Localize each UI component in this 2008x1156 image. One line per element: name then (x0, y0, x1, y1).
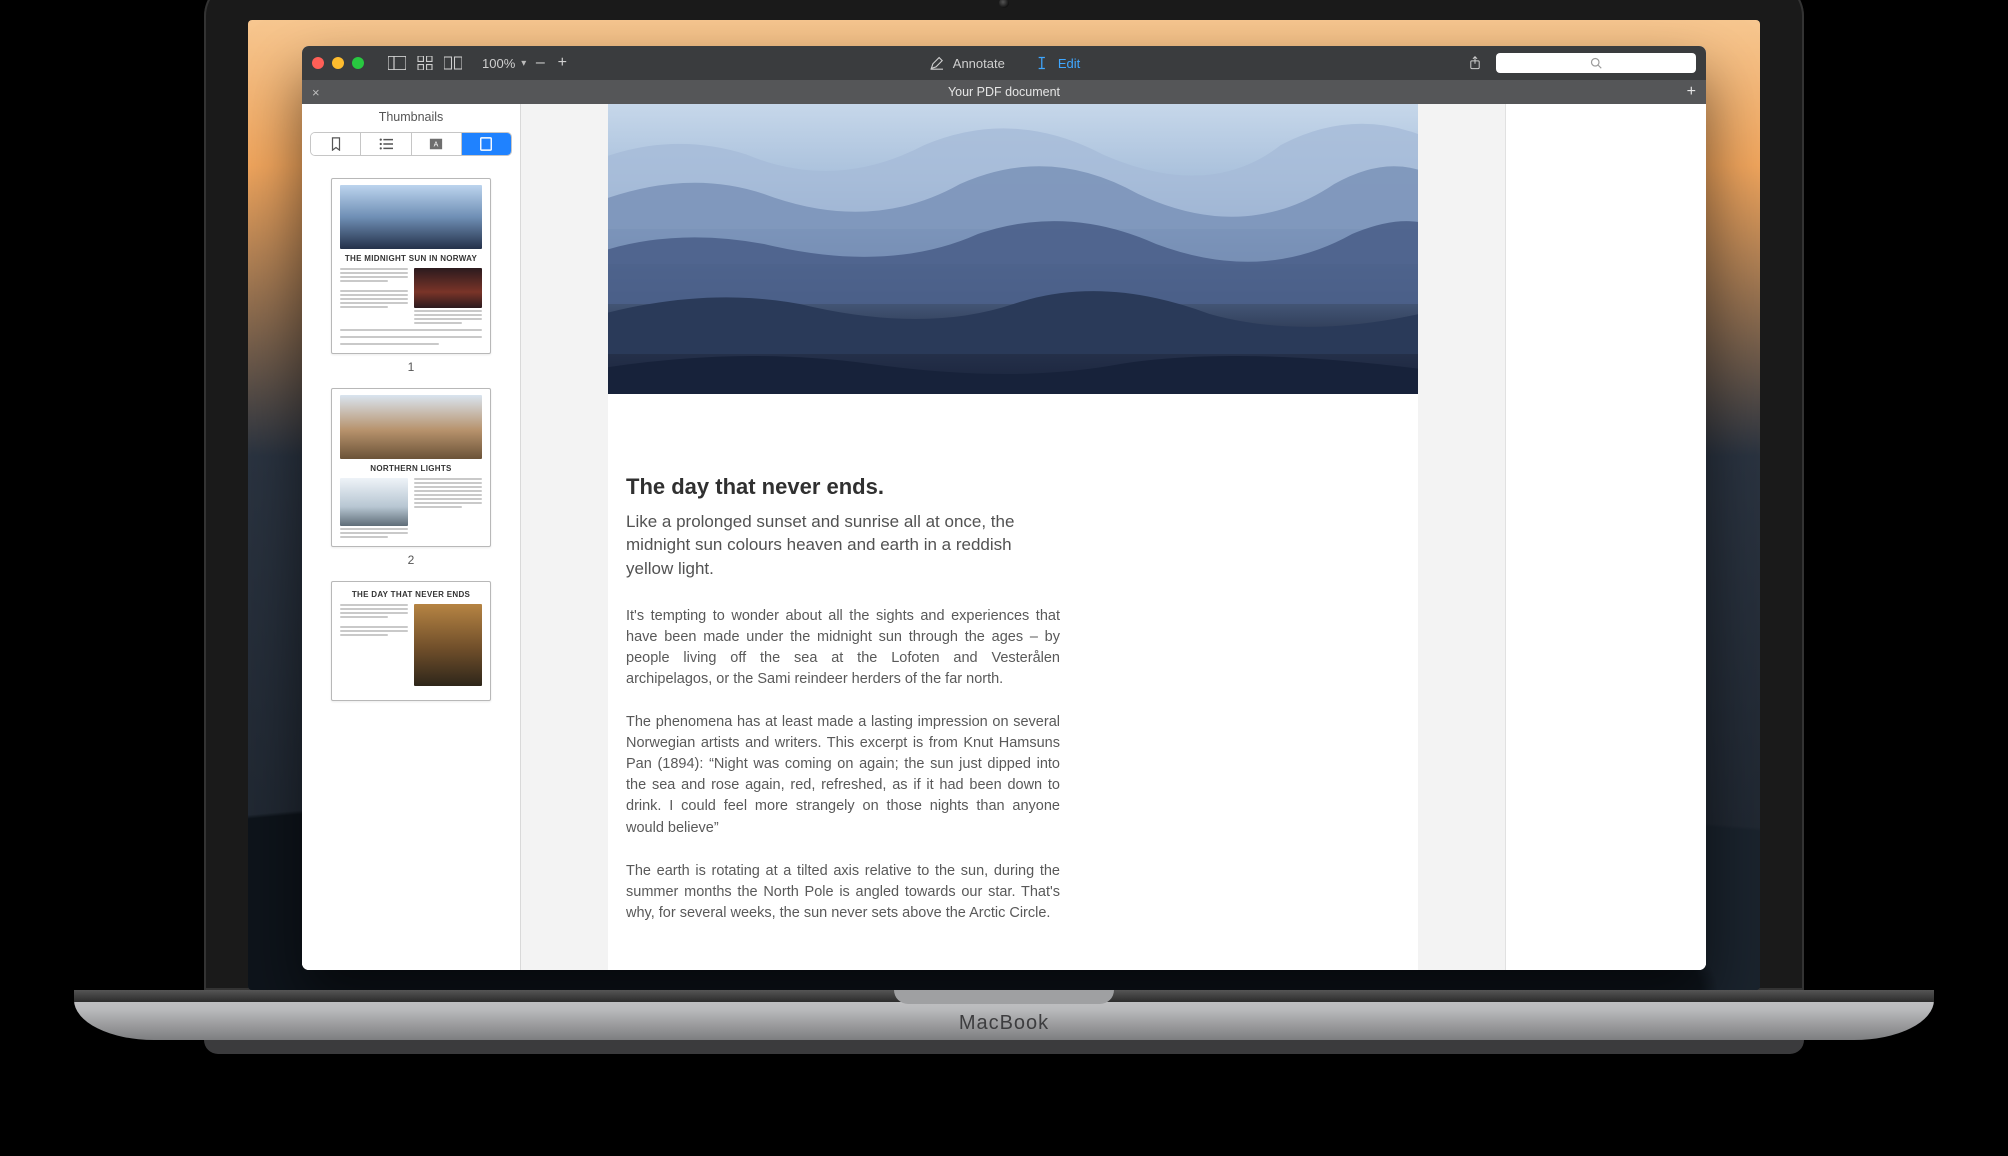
thumbnail-title: THE MIDNIGHT SUN IN NORWAY (340, 254, 482, 263)
page-hero-image (608, 104, 1418, 394)
thumbnail-title: THE DAY THAT NEVER ENDS (340, 590, 482, 599)
thumbnail-list[interactable]: THE MIDNIGHT SUN IN NORWAY (302, 162, 520, 970)
share-icon[interactable] (1466, 56, 1484, 70)
screen-bezel: 100% ▾ – + Annotate (204, 0, 1804, 990)
thumbnail-page-2[interactable]: NORTHERN LIGHTS (331, 388, 491, 547)
chevron-down-icon[interactable]: ▾ (521, 58, 526, 69)
search-input[interactable] (1496, 53, 1696, 73)
annotations-mode-button[interactable]: A (411, 133, 461, 155)
annotate-button[interactable]: Annotate (928, 56, 1005, 71)
laptop-frame: 100% ▾ – + Annotate (0, 0, 2008, 1054)
page-heading: The day that never ends. (626, 474, 1060, 500)
right-tools (1466, 53, 1696, 73)
thumbnail-inline-image (414, 268, 482, 308)
laptop-base: MacBook (74, 990, 1934, 1040)
add-tab-button[interactable]: + (1687, 83, 1696, 101)
zoom-window-button[interactable] (352, 57, 364, 69)
sidebar-title: Thumbnails (302, 104, 520, 130)
pencil-icon (928, 56, 946, 70)
center-tools: Annotate Edit (928, 46, 1080, 80)
bookmarks-mode-button[interactable] (311, 133, 360, 155)
thumbnail-hero-image (340, 185, 482, 249)
zoom-value[interactable]: 100% (482, 56, 515, 71)
zoom-in-button[interactable]: + (554, 54, 570, 72)
page-paragraph: The phenomena has at least made a lastin… (626, 712, 1060, 838)
thumbnail-title: NORTHERN LIGHTS (340, 464, 482, 473)
page-number: 2 (312, 553, 510, 567)
sidebar-toggle-icon[interactable] (388, 56, 406, 70)
page-scroll-area[interactable]: The day that never ends. Like a prolonge… (521, 104, 1505, 970)
edit-button[interactable]: Edit (1033, 56, 1080, 71)
right-panel (1505, 104, 1706, 970)
page-number: 1 (312, 360, 510, 374)
edit-label: Edit (1058, 56, 1080, 71)
document-page: The day that never ends. Like a prolonge… (608, 104, 1418, 970)
view-mode-buttons (388, 56, 462, 70)
thumbnail-inline-image (340, 478, 408, 526)
desktop-wallpaper: 100% ▾ – + Annotate (248, 20, 1760, 990)
laptop-foot (204, 1040, 1804, 1054)
annotate-label: Annotate (953, 56, 1005, 71)
thumbnail-inline-image (414, 604, 482, 686)
document-viewer: The day that never ends. Like a prolonge… (521, 104, 1706, 970)
minimize-window-button[interactable] (332, 57, 344, 69)
page-paragraph: It's tempting to wonder about all the si… (626, 606, 1060, 690)
text-cursor-icon (1033, 56, 1051, 70)
search-icon (1590, 57, 1602, 69)
page-lead: Like a prolonged sunset and sunrise all … (626, 510, 1060, 580)
sidebar: Thumbnails A THE MIDNIGHT SUN IN NORW (302, 104, 521, 970)
zoom-out-button[interactable]: – (532, 54, 548, 72)
page-paragraph: The earth is rotating at a tilted axis r… (626, 861, 1060, 924)
two-page-view-icon[interactable] (444, 56, 462, 70)
toolbar: 100% ▾ – + Annotate (302, 46, 1706, 80)
zoom-controls: 100% ▾ – + (482, 54, 570, 72)
pdf-app-window: 100% ▾ – + Annotate (302, 46, 1706, 970)
app-body: Thumbnails A THE MIDNIGHT SUN IN NORW (302, 104, 1706, 970)
outline-mode-button[interactable] (360, 133, 410, 155)
window-controls (312, 57, 364, 69)
thumbnail-hero-image (340, 395, 482, 459)
trackpad-notch (894, 990, 1114, 1004)
thumbnails-mode-button[interactable] (461, 133, 511, 155)
thumbnail-page-1[interactable]: THE MIDNIGHT SUN IN NORWAY (331, 178, 491, 354)
device-brand: MacBook (959, 1012, 1049, 1035)
page-text-column: The day that never ends. Like a prolonge… (626, 474, 1060, 924)
close-window-button[interactable] (312, 57, 324, 69)
svg-text:A: A (434, 142, 439, 149)
camera-icon (999, 0, 1009, 8)
tab-title[interactable]: Your PDF document (948, 85, 1060, 99)
sidebar-mode-segmented: A (310, 132, 512, 156)
grid-view-icon[interactable] (416, 56, 434, 70)
close-tab-button[interactable]: × (312, 85, 320, 100)
thumbnail-page-3[interactable]: THE DAY THAT NEVER ENDS (331, 581, 491, 701)
tab-bar: × Your PDF document + (302, 80, 1706, 104)
